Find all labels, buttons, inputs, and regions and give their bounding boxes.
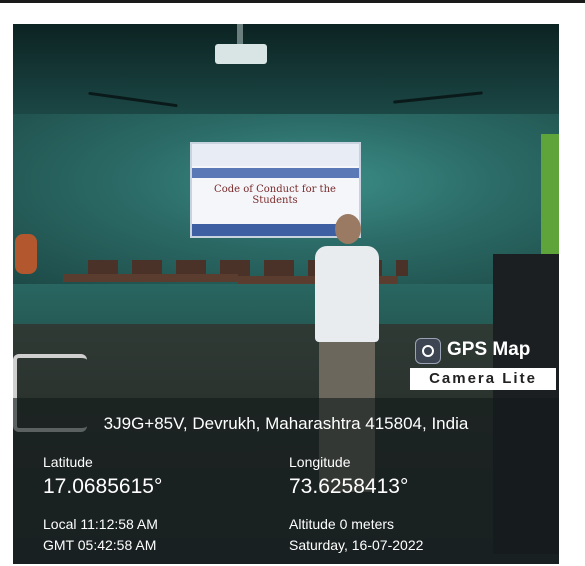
geo-info-panel: 3J9G+85V, Devrukh, Maharashtra 415804, I…: [13, 398, 559, 564]
latitude-label: Latitude: [43, 454, 93, 470]
table-left: [63, 274, 238, 282]
projector-mount: [237, 24, 243, 46]
slide-title: Code of Conduct for the Students: [214, 184, 336, 206]
latitude-value: 17.0685615°: [43, 475, 163, 498]
person-head: [335, 214, 361, 244]
gps-map-camera-watermark: GPS Map Camera Lite: [410, 336, 556, 396]
watermark-title: GPS Map: [447, 339, 531, 360]
green-wall-panel: [541, 134, 559, 254]
longitude-value: 73.6258413°: [289, 475, 409, 498]
altitude: Altitude 0 meters: [289, 516, 395, 532]
projector: [215, 44, 267, 64]
slide-footer: [192, 224, 359, 236]
capture-date: Saturday, 16-07-2022: [289, 537, 424, 553]
gmt-time: GMT 05:42:58 AM: [43, 537, 157, 553]
flower-pot: [15, 234, 37, 274]
slide-header: [192, 144, 359, 166]
local-time: Local 11:12:58 AM: [43, 516, 158, 532]
camera-lens-icon: [415, 338, 441, 364]
address: 3J9G+85V, Devrukh, Maharashtra 415804, I…: [103, 414, 469, 433]
slide-banner: [192, 168, 359, 178]
person-body: [315, 246, 379, 342]
top-border: [0, 0, 585, 3]
watermark-subtitle: Camera Lite: [410, 368, 556, 390]
longitude-label: Longitude: [289, 454, 351, 470]
ceiling: [13, 24, 559, 114]
